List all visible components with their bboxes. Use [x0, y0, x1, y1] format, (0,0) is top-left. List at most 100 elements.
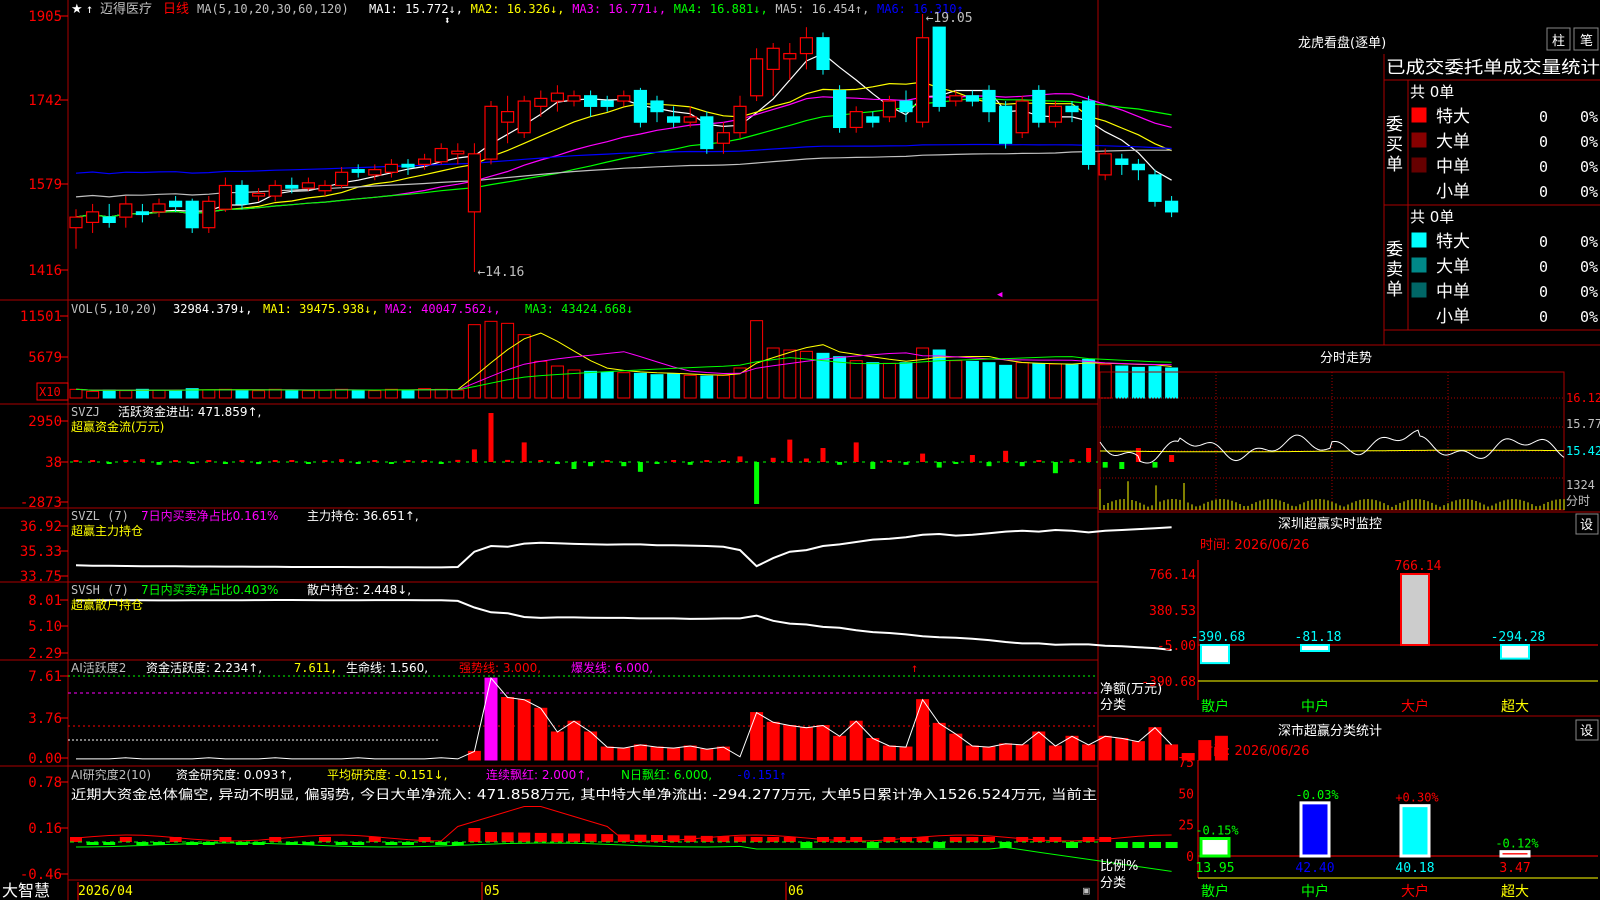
ai-research-panel[interactable]: 0.780.16-0.46 AI研究度2(10) 资金研究度: 0.093↑, …: [20, 767, 1178, 883]
volume-bar: [252, 390, 266, 399]
candle-body: [849, 111, 863, 129]
svsh-y-axis: 8.01 5.10 2.29: [28, 593, 68, 662]
lhb-tabs[interactable]: 已成交委托单成交量统计: [1386, 58, 1600, 78]
svzj-bar: [953, 462, 959, 464]
row-name: 大单: [1436, 257, 1470, 277]
ai-activity-bar: [517, 699, 531, 761]
vol-ma2: MA2: 40047.562↓,: [385, 302, 501, 316]
y-tick-label: 33.75: [20, 569, 62, 585]
ai-activity-bar: [650, 746, 664, 761]
ai-activity-bar: [617, 747, 631, 761]
buy-side-label: 委买单: [1386, 115, 1403, 175]
ma-legend: MA1: 15.772↓, MA2: 16.326↓, MA3: 16.771↓, M…: [369, 2, 964, 16]
y-tick-label: 1416: [28, 263, 62, 279]
svzl-panel[interactable]: 36.9235.3333.75 SVZL (7) 7日内买卖净占比0.161% …: [20, 508, 1172, 585]
svzj-bar: [206, 460, 212, 462]
ai-research-bar: [501, 832, 514, 842]
ai-activity-bar: [484, 677, 498, 761]
ma-legend-item: MA2: 16.326↓,: [471, 2, 565, 16]
ma-legend-item: MA4: 16.881↓,: [674, 2, 768, 16]
ai-research-bar: [485, 832, 497, 842]
svzj-bar: [123, 460, 129, 462]
szm-category: 超大: [1501, 699, 1529, 715]
szs-ytick: 75: [1178, 756, 1194, 771]
svzj-bar: [803, 458, 809, 462]
szm-title: 深圳超赢实时监控: [1278, 516, 1382, 532]
ai1-arrow-icon: ↑: [911, 661, 918, 675]
volume-bar: [517, 334, 531, 399]
ai-activity-bar: [633, 744, 647, 761]
candle-body: [949, 95, 963, 102]
y-tick-label: -2873: [20, 495, 62, 511]
svzj-bar: [1036, 460, 1042, 462]
row-pct: 0%: [1580, 283, 1598, 301]
svzj-sub: 超赢资金流(万元): [71, 419, 164, 434]
volume-bar: [882, 362, 896, 399]
ai-research-bar: [1115, 842, 1128, 848]
svzj-bar: [1102, 462, 1108, 468]
svzj-bar: [1086, 448, 1092, 462]
dragon-tiger-panel[interactable]: 龙虎看盘(逐单) 柱 笔 已成交委托单成交量统计 委买单 委卖单 共 0单 共 …: [1298, 27, 1600, 327]
szs-y-axis: 75 50 25 0: [1178, 756, 1598, 879]
svsh-panel[interactable]: 8.01 5.10 2.29 SVSH (7) 7日内买卖净占比0.403% 散户持…: [28, 582, 1172, 662]
y-tick-label: 38: [45, 455, 62, 471]
side-char: 单: [1386, 155, 1403, 175]
szs-title: 深市超赢分类统计: [1278, 723, 1382, 739]
row-name: 大单: [1436, 132, 1470, 152]
ai-activity-panel[interactable]: 7.61 3.76 0.00 AI活跃度2 资金活跃度: 2.234↑, 7.611…: [28, 660, 1228, 767]
szm-bar-label: -81.18: [1295, 630, 1342, 645]
svzj-bar: [256, 462, 262, 465]
svzj-panel[interactable]: 2950 38 -2873 SVZJ 活跃资金进出: 471.859↑, 超赢资金流…: [20, 404, 1175, 511]
szm-category: 散户: [1201, 698, 1229, 715]
volume-bar: [584, 370, 598, 399]
ai-activity-y-axis: 7.61 3.76 0.00: [28, 669, 68, 767]
ai-activity-bar: [1098, 735, 1112, 761]
svzj-bar: [571, 462, 577, 469]
svzj-bar: [637, 462, 643, 472]
szs-bar-value: 42.40: [1295, 861, 1334, 876]
stock-name[interactable]: 迈得医疗: [100, 1, 152, 17]
szm-bars: -390.68 散户 -81.18 中户 766.14 大户 -294.28 超大: [1191, 559, 1546, 715]
side-char: 卖: [1386, 260, 1403, 280]
row-count: 0: [1539, 283, 1548, 301]
svzj-bar: [604, 460, 610, 462]
ai-activity-bar: [683, 745, 697, 761]
intraday-unit: 分时: [1566, 494, 1590, 508]
sell-side-label: 委卖单: [1386, 240, 1403, 300]
row-color-swatch: [1411, 182, 1427, 198]
star-icon[interactable]: ★: [71, 2, 83, 17]
volume-bar: [750, 320, 764, 399]
volume-bar: [866, 362, 880, 399]
svzl-line: [75, 526, 1172, 569]
lhb-stroke-label: 笔: [1580, 33, 1593, 49]
ai-activity-bar: [799, 727, 813, 761]
ai-research-bar: [319, 837, 331, 842]
szs-time: 时间: 2026/06/26: [1200, 744, 1309, 759]
volume-bar: [86, 390, 100, 399]
candle-body: [351, 169, 365, 173]
volume-bar: [550, 365, 564, 399]
szs-bar: [1399, 804, 1431, 858]
szs-bar-delta: +0.30%: [1395, 791, 1439, 805]
volume-bar: [700, 375, 714, 399]
volume-bar: [716, 374, 730, 399]
period-label[interactable]: 日线: [163, 2, 189, 17]
sz-monitor-panel[interactable]: 深圳超赢实时监控 设 时间: 2026/06/26 766.14380.53-5…: [1100, 513, 1599, 715]
volume-bar: [152, 389, 166, 399]
candle-body: [451, 150, 465, 155]
svzj-bar: [289, 460, 295, 462]
volume-bar: [368, 390, 382, 399]
lock-icon[interactable]: ▣: [1083, 884, 1090, 897]
candle-body: [700, 116, 714, 150]
row-count: 0: [1539, 308, 1548, 326]
arrow-icon[interactable]: ↑: [86, 2, 93, 16]
svzj-bar: [1069, 459, 1075, 462]
szs-bar-value: 3.47: [1499, 861, 1530, 876]
candle-body: [683, 116, 697, 123]
volume-panel[interactable]: 11501 5679 VOL(5,10,20) 32984.379↓, MA1: …: [20, 302, 1179, 401]
ai-activity-bar: [1165, 744, 1179, 761]
svzl-y-axis: 36.92 35.33 33.75: [20, 519, 68, 585]
kline-panel[interactable]: 1905 1742 1579 1416 ★ ↑ 迈得医疗 日线 MA(5,10,20,…: [28, 1, 1179, 300]
svzj-bar: [936, 462, 942, 468]
svzj-bar: [671, 460, 677, 462]
